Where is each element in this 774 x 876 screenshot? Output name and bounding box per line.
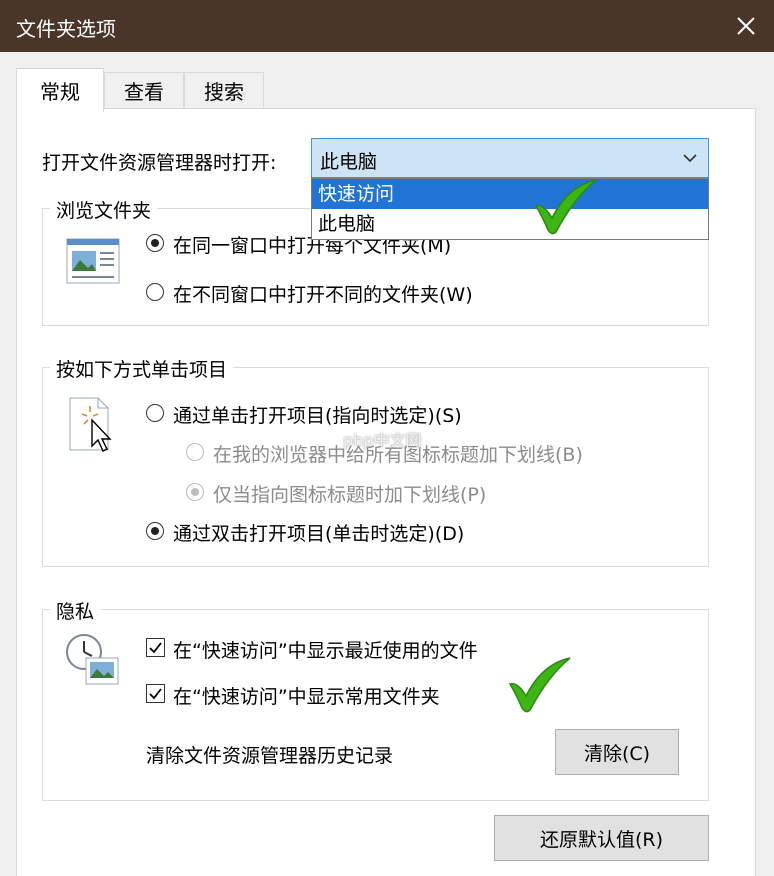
watermark-logo: php中文网 <box>343 431 422 450</box>
tab-general[interactable]: 常规 <box>16 68 104 112</box>
click-items-legend: 按如下方式单击项目 <box>50 355 234 382</box>
privacy-legend: 隐私 <box>50 597 101 624</box>
window-title: 文件夹选项 <box>16 17 116 41</box>
radio-double-click[interactable] <box>146 522 164 540</box>
checkbox-frequent-folders[interactable] <box>146 684 165 703</box>
close-icon <box>737 17 755 35</box>
checkbox-recent-files[interactable] <box>146 638 165 657</box>
tab-search[interactable]: 搜索 <box>184 72 264 108</box>
option-quick-access[interactable]: 快速访问 <box>312 179 708 209</box>
close-button[interactable] <box>722 4 770 48</box>
clock-history-icon <box>66 634 119 685</box>
open-explorer-selected-value: 此电脑 <box>320 151 378 173</box>
clear-history-label: 清除文件资源管理器历史记录 <box>146 745 394 767</box>
window-icon <box>66 238 120 284</box>
radio-underline-all[interactable] <box>186 443 204 461</box>
green-checkmark-icon <box>508 657 571 713</box>
click-cursor-icon <box>69 397 112 452</box>
open-explorer-select[interactable]: 此电脑 <box>311 138 709 178</box>
open-explorer-dropdown: 快速访问 此电脑 <box>311 178 709 240</box>
different-window-label: 在不同窗口中打开不同的文件夹(W) <box>173 284 473 306</box>
double-click-label: 通过双击打开项目(单击时选定)(D) <box>173 523 465 545</box>
open-explorer-label: 打开文件资源管理器时打开: <box>42 152 277 174</box>
checkmark-icon <box>149 688 162 700</box>
radio-same-window[interactable] <box>146 234 164 252</box>
checkmark-icon <box>149 642 162 654</box>
recent-files-label: 在“快速访问”中显示最近使用的文件 <box>173 640 478 662</box>
folder-options-window: 文件夹选项 常规 查看 搜索 打开文件资源管理器时打开: 此电脑 快速访问 此电… <box>0 0 774 876</box>
clear-button[interactable]: 清除(C) <box>555 729 679 775</box>
radio-different-window[interactable] <box>146 283 164 301</box>
restore-defaults-button[interactable]: 还原默认值(R) <box>494 815 709 861</box>
title-bar: 文件夹选项 <box>0 0 774 52</box>
browse-folders-legend: 浏览文件夹 <box>50 196 158 223</box>
tab-view[interactable]: 查看 <box>104 72 184 108</box>
radio-underline-hover[interactable] <box>186 483 204 501</box>
frequent-folders-label: 在“快速访问”中显示常用文件夹 <box>173 686 440 708</box>
radio-single-click[interactable] <box>146 404 164 422</box>
green-checkmark-icon <box>534 179 597 235</box>
underline-hover-label: 仅当指向图标标题时加下划线(P) <box>213 484 487 506</box>
chevron-down-icon <box>683 154 697 163</box>
option-this-pc[interactable]: 此电脑 <box>312 209 708 239</box>
single-click-label: 通过单击打开项目(指向时选定)(S) <box>173 405 462 427</box>
